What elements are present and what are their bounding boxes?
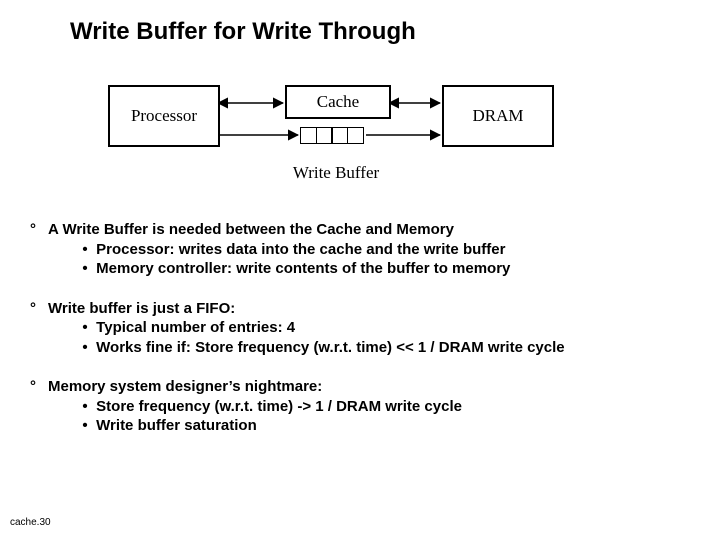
wb-cell <box>300 127 317 144</box>
processor-label: Processor <box>131 106 197 126</box>
dot-icon: • <box>78 397 92 417</box>
bullet-3-sub2: Write buffer saturation <box>96 417 257 434</box>
degree-icon: ° <box>30 299 48 319</box>
wb-cell <box>331 127 348 144</box>
degree-icon: ° <box>30 377 48 397</box>
bullet-3-sub1: Store frequency (w.r.t. time) -> 1 / DRA… <box>96 398 462 415</box>
processor-box: Processor <box>108 85 220 147</box>
bullet-1: °A Write Buffer is needed between the Ca… <box>30 220 690 279</box>
dram-label: DRAM <box>472 106 523 126</box>
slide-number: cache.30 <box>10 517 51 528</box>
dot-icon: • <box>78 240 92 260</box>
bullet-1-sub2: Memory controller: write contents of the… <box>96 260 510 277</box>
dot-icon: • <box>78 318 92 338</box>
bullet-3: °Memory system designer’s nightmare: • S… <box>30 377 690 436</box>
dot-icon: • <box>78 416 92 436</box>
content: °A Write Buffer is needed between the Ca… <box>30 220 690 456</box>
bullet-2-head: Write buffer is just a FIFO: <box>48 300 235 317</box>
degree-icon: ° <box>30 220 48 240</box>
cache-box: Cache <box>285 85 391 119</box>
bullet-1-head: A Write Buffer is needed between the Cac… <box>48 221 454 238</box>
wb-cell <box>347 127 364 144</box>
write-buffer-label: Write Buffer <box>285 163 387 183</box>
wb-cell <box>316 127 333 144</box>
cache-label: Cache <box>317 92 359 112</box>
bullet-2: °Write buffer is just a FIFO: • Typical … <box>30 299 690 358</box>
bullet-1-sub1: Processor: writes data into the cache an… <box>96 241 505 258</box>
dot-icon: • <box>78 338 92 358</box>
dram-box: DRAM <box>442 85 554 147</box>
bullet-2-sub2: Works fine if: Store frequency (w.r.t. t… <box>96 339 564 356</box>
slide-title: Write Buffer for Write Through <box>70 18 416 46</box>
slide: Write Buffer for Write Through Processor… <box>0 0 720 540</box>
bullet-3-head: Memory system designer’s nightmare: <box>48 378 322 395</box>
diagram: Processor Cache DRAM Write Buffer <box>0 85 720 215</box>
write-buffer-cells <box>300 127 364 144</box>
dot-icon: • <box>78 259 92 279</box>
bullet-2-sub1: Typical number of entries: 4 <box>96 319 295 336</box>
